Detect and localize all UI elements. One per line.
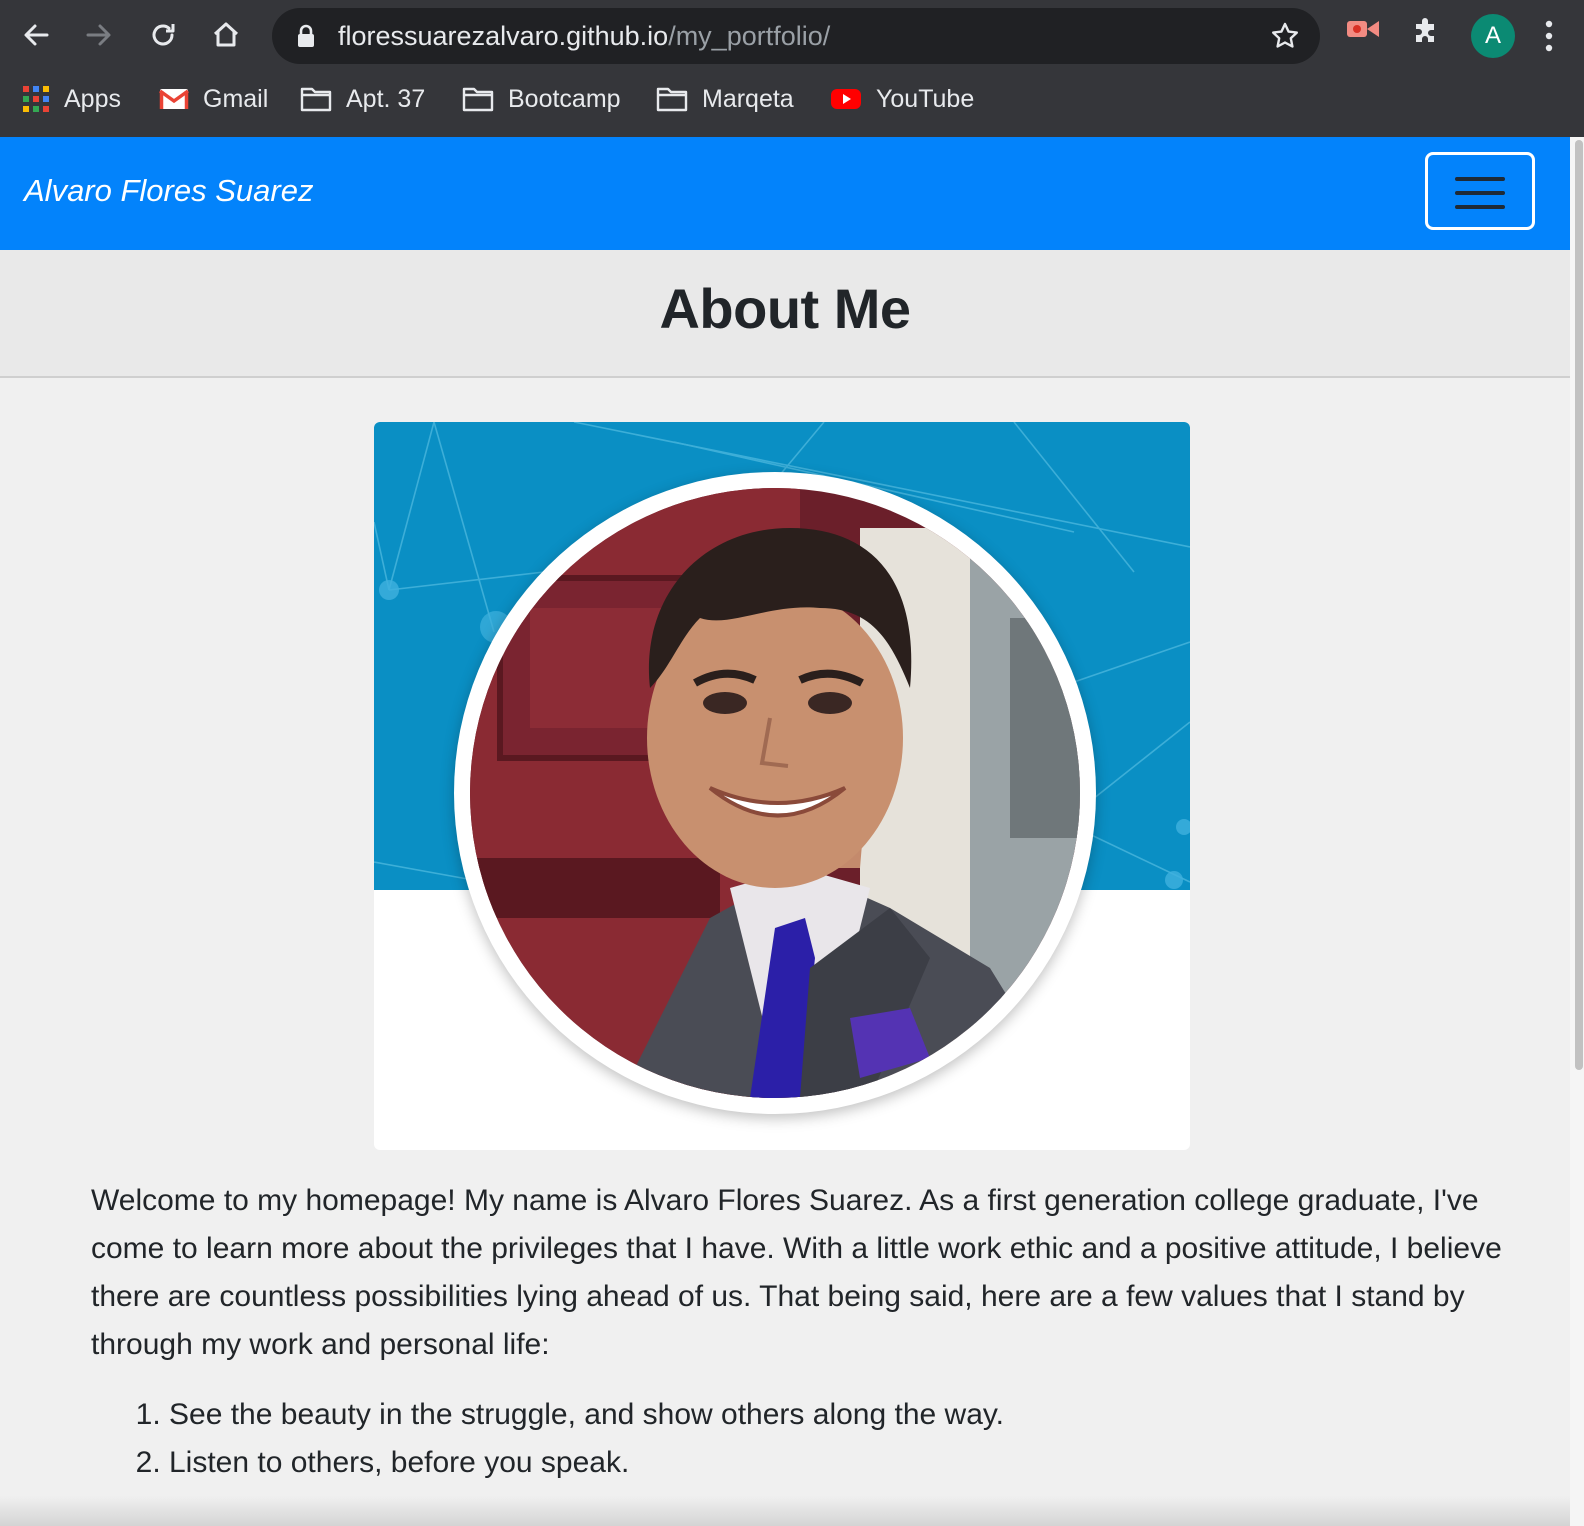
apps-grid-icon <box>22 85 50 113</box>
address-bar[interactable]: floressuarezalvaro.github.io/my_portfoli… <box>272 8 1320 64</box>
folder-icon <box>656 86 688 112</box>
folder-icon <box>300 86 332 112</box>
about-content: Welcome to my homepage! My name is Alvar… <box>91 1177 1511 1487</box>
bookmark-label: Apps <box>64 84 121 113</box>
navbar-toggler-button[interactable] <box>1425 152 1535 230</box>
profile-photo <box>470 488 1080 1098</box>
folder-icon <box>462 86 494 112</box>
url-host: floressuarezalvaro.github.io <box>338 21 669 51</box>
more-options-icon[interactable] <box>1544 18 1554 54</box>
youtube-icon <box>830 87 862 111</box>
profile-initial: A <box>1484 22 1501 49</box>
reload-button[interactable] <box>140 12 186 58</box>
bookmark-label: Marqeta <box>702 84 794 113</box>
list-item: Listen to others, before you speak. <box>169 1439 1511 1487</box>
bookmark-label: Gmail <box>203 84 269 113</box>
url-text[interactable]: floressuarezalvaro.github.io/my_portfoli… <box>338 20 830 52</box>
profile-avatar[interactable]: A <box>1471 14 1515 58</box>
url-path: /my_portfolio/ <box>668 21 831 51</box>
bookmark-marqeta[interactable]: Marqeta <box>656 76 794 122</box>
forward-arrow-icon <box>86 24 111 46</box>
values-list: See the beauty in the struggle, and show… <box>91 1391 1511 1487</box>
scrollbar-thumb[interactable] <box>1575 140 1583 1070</box>
bookmark-gmail[interactable]: Gmail <box>159 76 268 122</box>
forward-button[interactable] <box>76 12 122 58</box>
page-title: About Me <box>659 277 911 340</box>
web-page: Alvaro Flores Suarez About Me Welcome to… <box>0 137 1584 1526</box>
intro-paragraph: Welcome to my homepage! My name is Alvar… <box>91 1184 1502 1361</box>
hamburger-icon-bar <box>1455 191 1505 195</box>
profile-photo-frame <box>454 472 1096 1114</box>
site-navbar: Alvaro Flores Suarez <box>0 137 1570 250</box>
gmail-icon <box>159 87 189 111</box>
bookmark-bootcamp[interactable]: Bootcamp <box>462 76 621 122</box>
back-button[interactable] <box>13 12 59 58</box>
bookmark-apps[interactable]: Apps <box>22 76 121 122</box>
bookmarks-bar: Apps Gmail Apt. 37 Bootcamp Marqeta YouT… <box>0 76 1584 122</box>
home-icon <box>213 22 239 47</box>
home-button[interactable] <box>203 12 249 58</box>
profile-card <box>374 422 1190 1150</box>
bookmark-label: YouTube <box>876 84 975 113</box>
reload-icon <box>152 24 175 46</box>
hamburger-icon <box>1455 177 1505 181</box>
bookmark-apt-37[interactable]: Apt. 37 <box>300 76 425 122</box>
hamburger-icon-bar <box>1455 205 1505 209</box>
bookmark-label: Apt. 37 <box>346 84 426 113</box>
bookmark-star-icon[interactable] <box>1270 21 1300 51</box>
bookmark-label: Bootcamp <box>508 84 621 113</box>
back-arrow-icon <box>24 24 49 46</box>
navbar-brand[interactable]: Alvaro Flores Suarez <box>24 173 313 209</box>
bookmark-youtube[interactable]: YouTube <box>830 76 974 122</box>
screen-recorder-extension-icon[interactable] <box>1345 14 1381 44</box>
lock-icon <box>298 24 314 47</box>
hero-jumbotron: About Me <box>0 250 1570 378</box>
scroll-fade <box>0 1496 1570 1526</box>
list-item: See the beauty in the struggle, and show… <box>169 1391 1511 1439</box>
browser-chrome: floressuarezalvaro.github.io/my_portfoli… <box>0 0 1584 137</box>
extensions-puzzle-icon[interactable] <box>1410 14 1442 46</box>
